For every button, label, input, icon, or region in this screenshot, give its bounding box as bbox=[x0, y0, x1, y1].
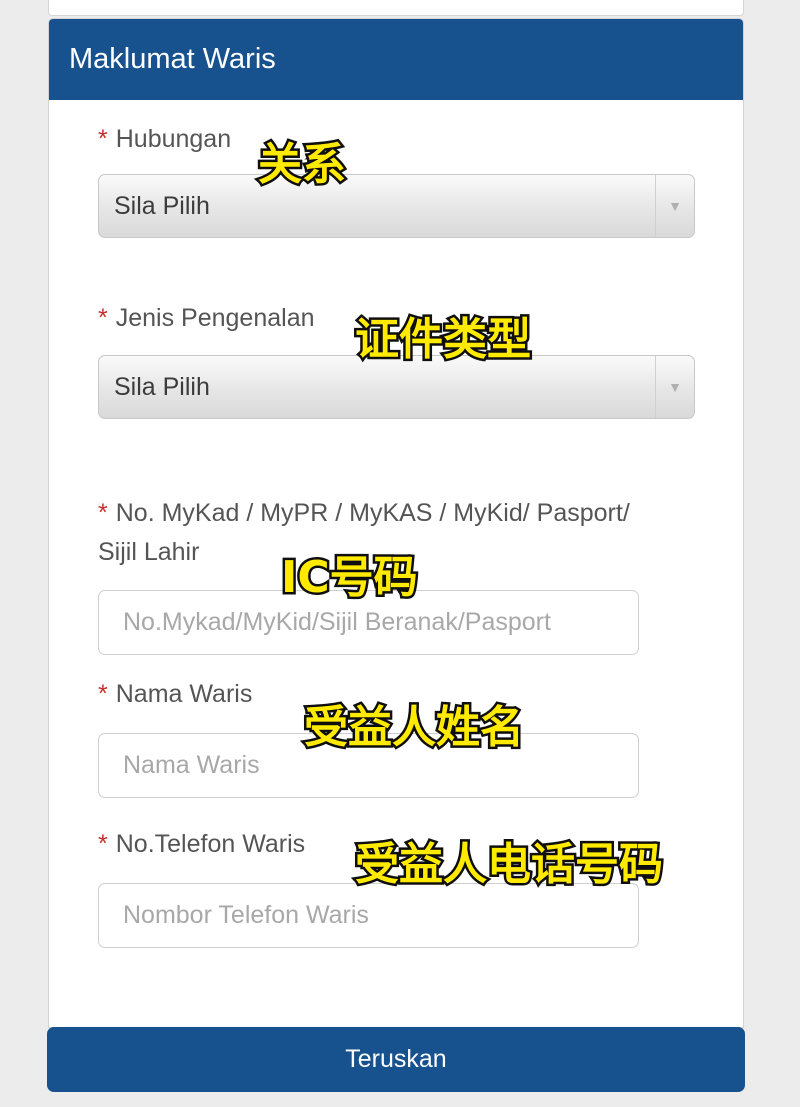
annotation-beneficiary-phone: 受益人电话号码 bbox=[353, 839, 666, 890]
id-number-label: * No. MyKad / MyPR / MyKAS / MyKid/ Paspo… bbox=[98, 499, 630, 527]
previous-section-bottom bbox=[48, 0, 744, 16]
section-header: Maklumat Waris bbox=[49, 19, 743, 100]
annotation-relationship: 关系 bbox=[256, 139, 349, 190]
required-marker: * bbox=[98, 830, 108, 858]
telefon-waris-label: * No.Telefon Waris bbox=[98, 830, 306, 858]
hubungan-select[interactable]: Sila Pilih ▼ bbox=[98, 174, 695, 238]
nama-waris-label: * Nama Waris bbox=[98, 680, 253, 708]
annotation-ic-number: IC号码 bbox=[279, 552, 421, 603]
teruskan-button[interactable]: Teruskan bbox=[47, 1027, 745, 1092]
hubungan-label: * Hubungan bbox=[98, 125, 232, 153]
hubungan-select-value: Sila Pilih bbox=[114, 191, 210, 220]
chevron-down-icon: ▼ bbox=[655, 356, 694, 418]
annotation-beneficiary-name: 受益人姓名 bbox=[302, 702, 527, 753]
required-marker: * bbox=[98, 304, 108, 332]
telefon-waris-input[interactable] bbox=[98, 883, 639, 948]
jenis-pengenalan-label: * Jenis Pengenalan bbox=[98, 304, 315, 332]
chevron-down-icon: ▼ bbox=[655, 175, 694, 237]
required-marker: * bbox=[98, 680, 108, 708]
annotation-id-type: 证件类型 bbox=[353, 314, 534, 365]
section-title: Maklumat Waris bbox=[69, 43, 276, 75]
jenis-pengenalan-select-value: Sila Pilih bbox=[114, 372, 210, 401]
id-number-label-line2: Sijil Lahir bbox=[98, 538, 200, 566]
required-marker: * bbox=[98, 499, 108, 527]
required-marker: * bbox=[98, 125, 108, 153]
